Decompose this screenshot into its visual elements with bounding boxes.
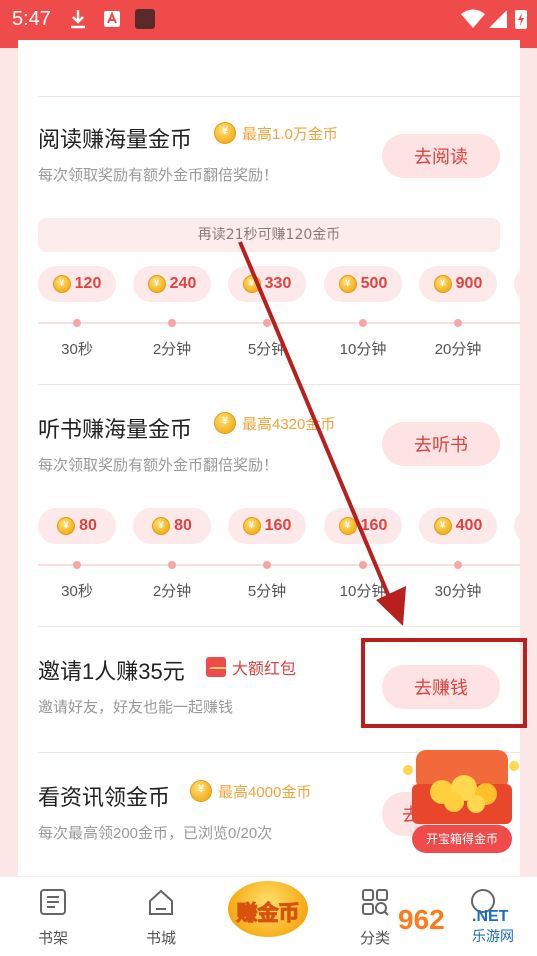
tab-bookcity-label: 书城: [145, 930, 176, 947]
bookcity-icon: [149, 889, 173, 915]
bookshelf-icon: [40, 889, 66, 915]
tab-earn-coins[interactable]: 赚金币: [222, 877, 314, 947]
tab-bookshelf-label: 书架: [37, 930, 68, 947]
treasure-chest-widget[interactable]: 开宝箱得金币: [402, 742, 522, 860]
watermark-number: 962: [398, 904, 445, 935]
tab-bookcity[interactable]: 书城: [126, 887, 196, 948]
annotation-highlight-box: [361, 638, 527, 728]
treasure-chest-icon: [403, 750, 519, 824]
tab-earn-label: 赚金币: [236, 902, 300, 926]
treasure-label: 开宝箱得金币: [412, 825, 512, 853]
tab-bookshelf[interactable]: 书架: [18, 887, 88, 948]
site-watermark: 962 .NET 乐游网: [398, 904, 533, 952]
watermark-site: 乐游网: [472, 928, 514, 944]
category-icon: [362, 889, 389, 916]
watermark-net: .NET: [472, 908, 509, 925]
